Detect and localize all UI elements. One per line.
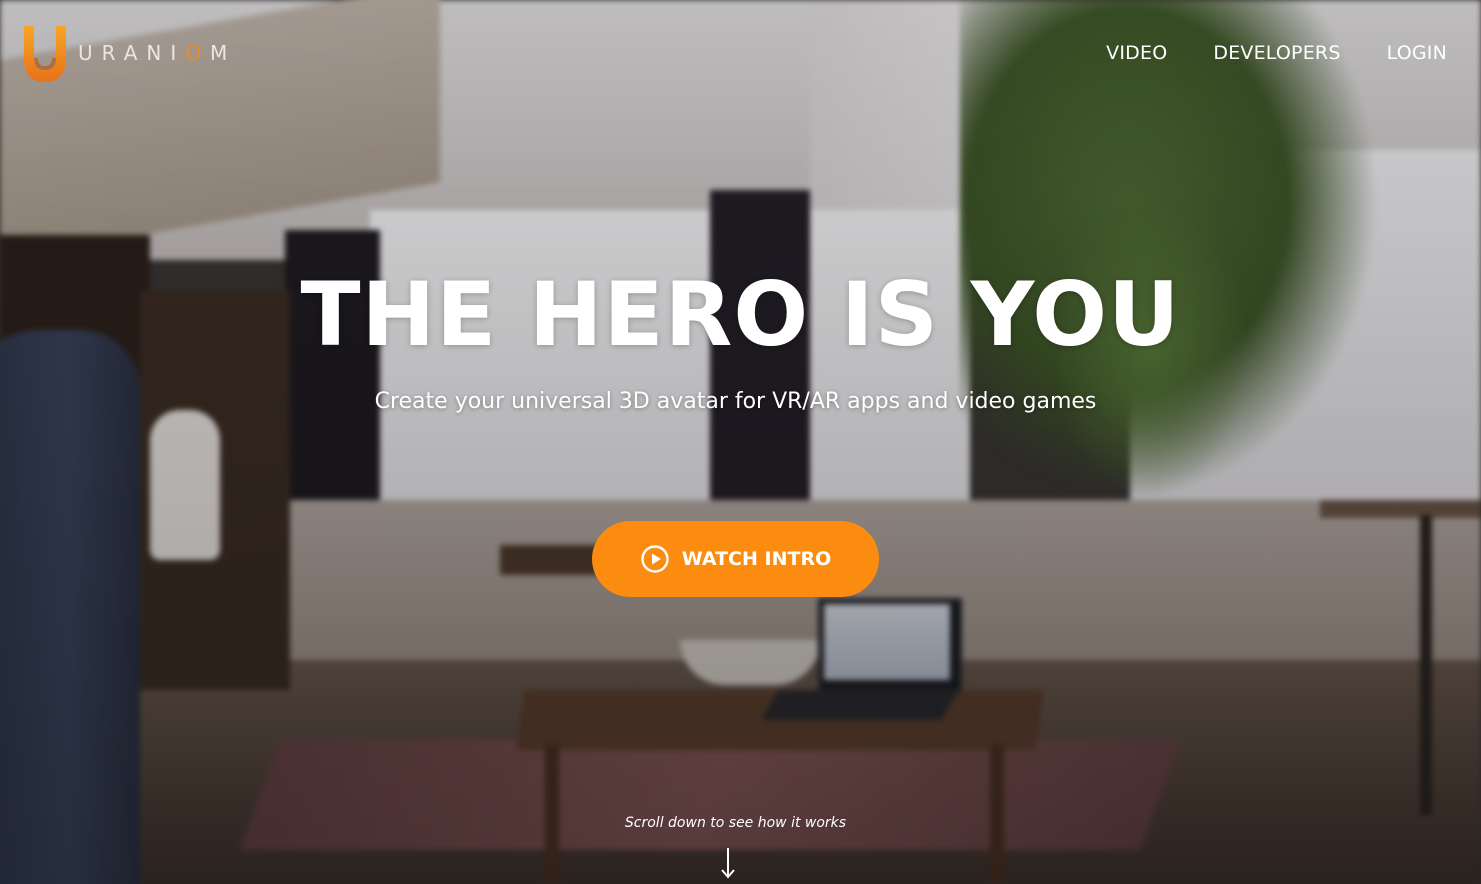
nav-item-video[interactable]: VIDEO — [1106, 42, 1167, 64]
hero-title: THE HERO IS YOU — [300, 263, 1181, 366]
main-nav: VIDEO DEVELOPERS LOGIN — [1106, 42, 1447, 64]
nav-item-login[interactable]: LOGIN — [1387, 42, 1447, 64]
hero-section: URANIOM VIDEO DEVELOPERS LOGIN THE HERO … — [0, 0, 1481, 884]
hero-subtitle: Create your universal 3D avatar for VR/A… — [374, 389, 1097, 414]
uraniom-logo-icon — [24, 26, 66, 82]
play-circle-icon — [641, 545, 669, 573]
brand-logo[interactable]: URANIOM — [22, 24, 236, 84]
dark-overlay — [0, 0, 1481, 884]
site-header: URANIOM VIDEO DEVELOPERS LOGIN — [0, 0, 1481, 110]
watch-intro-button[interactable]: WATCH INTRO — [592, 521, 879, 597]
scroll-hint: Scroll down to see how it works — [624, 815, 847, 831]
watch-intro-label: WATCH INTRO — [681, 548, 832, 570]
arrow-down-icon[interactable] — [720, 846, 736, 880]
nav-item-developers[interactable]: DEVELOPERS — [1213, 42, 1340, 64]
brand-name: URANIOM — [78, 41, 237, 65]
